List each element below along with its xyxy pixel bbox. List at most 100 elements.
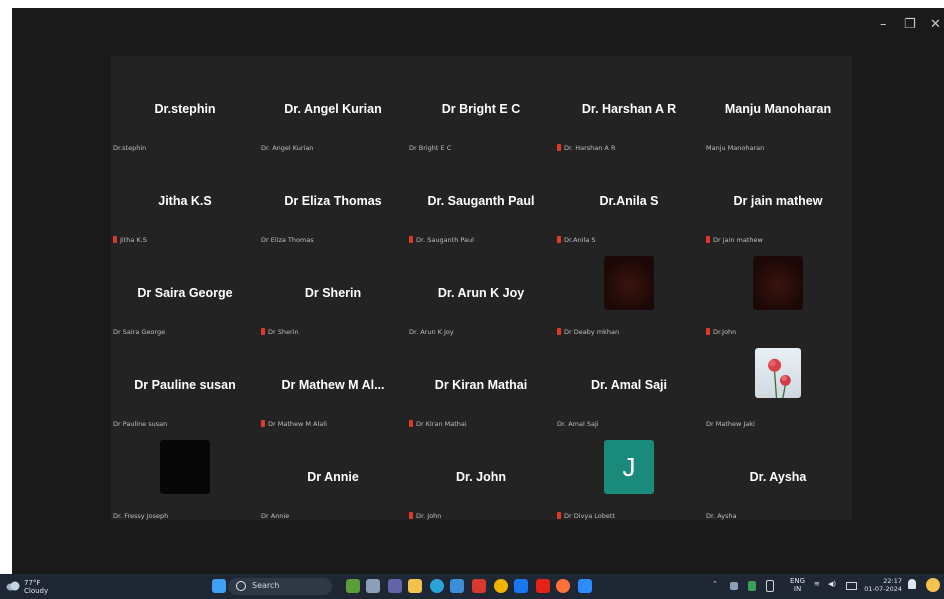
close-button[interactable]: ✕ [930,18,941,32]
participant-label-text: Dr Deaby mkhan [564,328,620,336]
usb-icon[interactable] [766,580,774,592]
participant-label-text: Dr.Anila S [564,236,596,244]
participant-label-text: Dr Divya Lobett [564,512,616,520]
muted-mic-icon [113,236,117,243]
desktop-edge-left [0,0,12,574]
muted-mic-icon [409,420,413,427]
notification-bell-icon[interactable] [908,579,916,589]
participant-tile[interactable]: Dr. Arun K Joy Dr. Arun K Joy [407,250,555,342]
participant-name: Dr. Sauganth Paul [427,194,535,208]
participant-label-text: Dr Sherin [268,328,299,336]
participant-tile[interactable]: Dr. Sauganth Paul Dr. Sauganth Paul [407,158,555,250]
desktop-edge-top [0,0,944,8]
participant-tile[interactable]: Dr Pauline susan Dr Pauline susan [111,342,259,434]
wifi-icon[interactable]: ≋ [814,580,820,588]
participant-name: Dr jain mathew [733,194,823,208]
task-view-icon[interactable] [366,579,380,593]
participant-tile[interactable]: Jitha K.S Jitha K.S [111,158,259,250]
participant-tile[interactable]: Dr Mathew Jaki [704,342,852,434]
zoom-icon[interactable] [578,579,592,593]
participant-tile[interactable]: Dr. Aysha Dr. Aysha [704,434,852,526]
cloud-sync-icon[interactable] [730,582,738,590]
participant-name: Dr.Anila S [599,194,659,208]
participant-tile[interactable]: Dr.John [704,250,852,342]
participant-label-text: Dr. Fressy Joseph [113,512,169,520]
participant-name: Dr. Harshan A R [581,102,677,116]
defender-icon[interactable] [748,581,756,591]
search-icon [236,581,246,591]
participant-label-text: Dr Annie [261,512,290,520]
language-top: ENG [790,577,806,585]
participant-label-text: Dr Kiran Mathai [416,420,467,428]
clock[interactable]: 22:17 01-07-2024 [862,577,902,593]
chrome-icon[interactable] [494,579,508,593]
muted-mic-icon [409,512,413,519]
participant-tile[interactable]: J Dr Divya Lobett [555,434,703,526]
language-indicator[interactable]: ENG IN [790,577,805,593]
flower-image [768,358,791,398]
clock-date: 01-07-2024 [864,585,902,593]
participant-label: Dr Bright E C [409,144,451,152]
participant-tile[interactable]: Dr Saira George Dr Saira George [111,250,259,342]
participant-label: Dr Annie [261,512,289,520]
chevron-up-icon[interactable]: ⌃ [712,580,718,588]
participant-label: Dr.stephin [113,144,146,152]
participant-name: Dr Kiran Mathai [434,378,528,392]
participant-label: Dr Pauline susan [113,420,167,428]
search-placeholder: Search [252,581,280,590]
participant-label: Dr Kiran Mathai [409,420,467,428]
participant-tile[interactable]: Dr.stephin Dr.stephin [111,66,259,158]
participant-label-text: Manju Manoharan [706,144,765,152]
participant-tile[interactable]: Dr Mathew M Al... Dr Mathew M Alali [259,342,407,434]
participant-tile[interactable]: Dr. Fressy Joseph [111,434,259,526]
search-box[interactable]: Search [228,578,332,595]
participant-tile[interactable]: Dr. Angel Kurian Dr. Angel Kurian [259,66,407,158]
participant-label: Dr.Anila S [557,236,596,244]
restore-button[interactable]: ❐ [904,18,916,32]
facebook-icon[interactable] [514,579,528,593]
participant-tile[interactable]: Dr Sherin Dr Sherin [259,250,407,342]
teams-icon[interactable] [388,579,402,593]
participant-label-text: Dr Mathew M Alali [268,420,327,428]
muted-mic-icon [409,236,413,243]
participant-name: Manju Manoharan [724,102,832,116]
participant-label: Dr Saira George [113,328,165,336]
participant-tile[interactable]: Dr.Anila S Dr.Anila S [555,158,703,250]
participant-label: Manju Manoharan [706,144,764,152]
minimize-button[interactable]: – [880,18,887,32]
participant-name: Dr Sherin [304,286,362,300]
youtube-icon[interactable] [536,579,550,593]
edge-icon[interactable] [430,579,444,593]
firefox-icon[interactable] [556,579,570,593]
muted-mic-icon [557,144,561,151]
volume-icon[interactable]: ◀) [828,580,836,588]
participant-label: Dr. Arun K Joy [409,328,454,336]
participant-tile[interactable]: Manju Manoharan Manju Manoharan [704,66,852,158]
participant-label-text: Dr. John [416,512,442,520]
participant-name: Dr Saira George [137,286,233,300]
participant-name: Jitha K.S [158,194,212,208]
participant-tile[interactable]: Dr jain mathew Dr jain mathew [704,158,852,250]
participant-label: Jitha K.S [113,236,147,244]
participant-tile[interactable]: Dr Kiran Mathai Dr Kiran Mathai [407,342,555,434]
participant-label: Dr Eliza Thomas [261,236,314,244]
participant-tile[interactable]: Dr Annie Dr Annie [259,434,407,526]
store-icon[interactable] [450,579,464,593]
participant-label-text: Dr. Harshan A R [564,144,616,152]
copilot-icon[interactable] [926,578,940,592]
participant-tile[interactable]: Dr Bright E C Dr Bright E C [407,66,555,158]
participant-label-text: Dr jain mathew [713,236,763,244]
muted-mic-icon [261,328,265,335]
participant-tile[interactable]: Dr Eliza Thomas Dr Eliza Thomas [259,158,407,250]
participant-tile[interactable]: Dr Deaby mkhan [555,250,703,342]
weather-temp: 77°F [24,579,41,587]
participant-tile[interactable]: Dr. Harshan A R Dr. Harshan A R [555,66,703,158]
file-explorer-icon[interactable] [408,579,422,593]
widgets-icon[interactable] [346,579,360,593]
mcafee-icon[interactable] [472,579,486,593]
battery-icon[interactable] [846,582,857,590]
participant-tile[interactable]: Dr. John Dr. John [407,434,555,526]
participant-tile[interactable]: Dr. Amal Saji Dr. Amal Saji [555,342,703,434]
clock-time: 22:17 [883,577,902,585]
start-icon[interactable] [212,579,226,593]
